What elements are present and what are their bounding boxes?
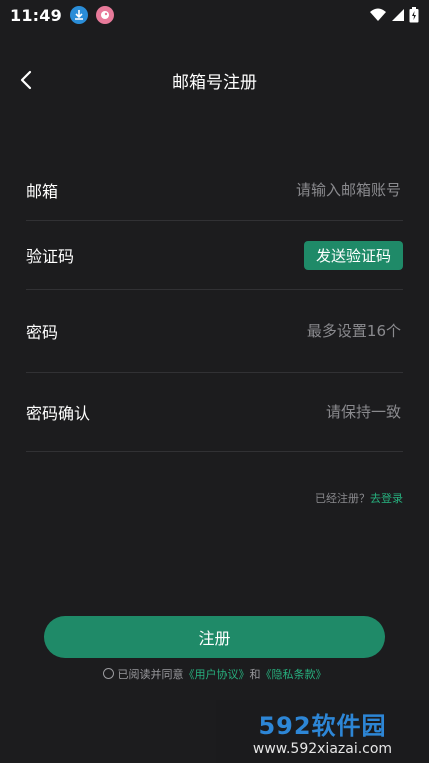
wifi-icon	[370, 8, 386, 21]
password-label: 密码	[26, 323, 59, 342]
confirm-password-input[interactable]	[179, 402, 403, 422]
register-form: 邮箱 验证码 发送验证码 密码 密码确认	[26, 160, 403, 452]
battery-icon	[409, 7, 419, 23]
confirm-password-label: 密码确认	[26, 404, 91, 423]
agreement-prefix: 已阅读并同意	[117, 668, 184, 681]
email-input[interactable]	[179, 180, 403, 200]
watermark: 592软件园 www.592xiazai.com	[216, 700, 429, 763]
agree-radio[interactable]	[102, 668, 114, 679]
user-agreement-link[interactable]: 《用户协议》	[184, 668, 250, 681]
go-login-link[interactable]: 去登录	[370, 492, 403, 505]
privacy-policy-link[interactable]: 《隐私条款》	[261, 668, 327, 681]
agreement: 已阅读并同意《用户协议》和《隐私条款》	[0, 666, 429, 682]
page-title: 邮箱号注册	[172, 73, 257, 93]
download-icon	[69, 6, 88, 24]
watermark-logo: 592软件园	[258, 712, 387, 740]
email-row: 邮箱	[26, 160, 403, 221]
code-label: 验证码	[26, 247, 75, 266]
register-button[interactable]: 注册	[44, 616, 385, 658]
watermark-url: www.592xiazai.com	[252, 741, 393, 757]
send-code-button[interactable]: 发送验证码	[303, 240, 403, 270]
confirm-row: 密码确认	[26, 373, 403, 452]
email-label: 邮箱	[26, 182, 59, 201]
code-row: 验证码 发送验证码	[26, 221, 403, 290]
agreement-and: 和	[249, 668, 261, 681]
password-input[interactable]	[179, 321, 403, 341]
login-hint: 已经注册？去登录	[315, 490, 403, 506]
status-bar: 11:49	[0, 0, 429, 30]
status-time: 11:49	[10, 5, 62, 25]
status-indicators	[369, 7, 419, 23]
signal-icon	[392, 9, 404, 21]
nav-bar: 邮箱号注册	[0, 56, 429, 104]
app-icon	[95, 6, 114, 24]
login-hint-text: 已经注册？	[315, 492, 370, 505]
password-row: 密码	[26, 290, 403, 373]
